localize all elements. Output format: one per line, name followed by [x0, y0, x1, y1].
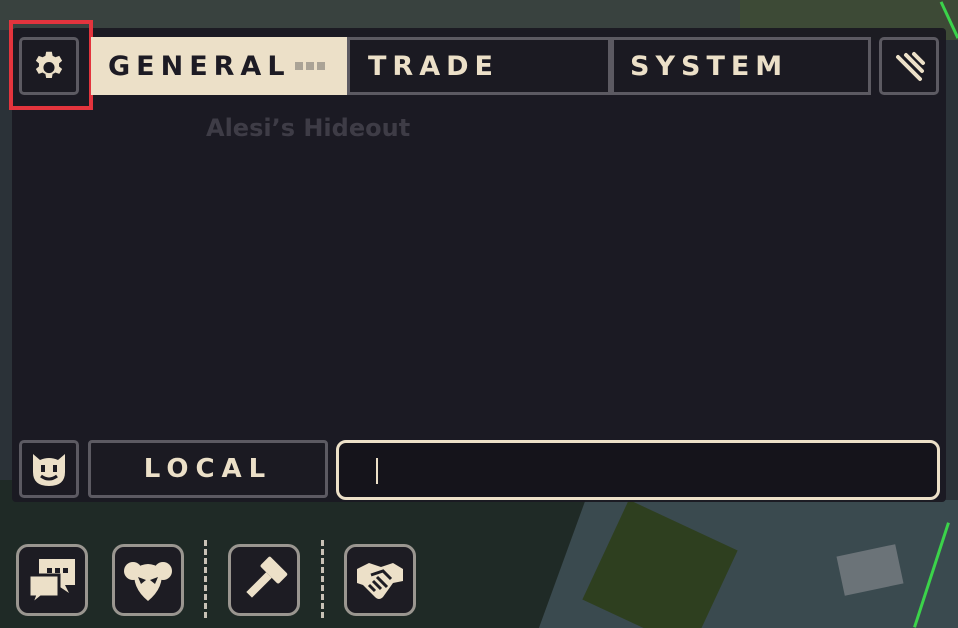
channel-select-button[interactable]: LOCAL	[88, 440, 328, 498]
location-text: Alesi’s Hideout	[206, 114, 411, 142]
toolbar-divider	[321, 540, 324, 618]
trade-button[interactable]	[344, 544, 416, 616]
chat-window	[12, 28, 946, 502]
tab-general-label: GENERAL	[108, 50, 291, 82]
social-button[interactable]	[112, 544, 184, 616]
collapse-icon	[896, 52, 925, 81]
text-cursor	[376, 458, 378, 484]
channel-label: LOCAL	[143, 454, 273, 484]
tab-general[interactable]: GENERAL	[91, 37, 347, 95]
chat-bubbles-icon	[27, 559, 75, 607]
tab-system-label: SYSTEM	[630, 50, 789, 82]
emote-button[interactable]	[19, 440, 79, 498]
handshake-icon	[357, 563, 403, 599]
tab-trade-label: TRADE	[368, 50, 499, 82]
chat-toggle-button[interactable]	[16, 544, 88, 616]
unread-indicator	[295, 62, 325, 70]
hammer-icon	[246, 556, 288, 598]
toolbar-divider	[204, 540, 207, 618]
crafting-button[interactable]	[228, 544, 300, 616]
chat-input[interactable]	[336, 440, 940, 500]
tab-trade[interactable]: TRADE	[347, 37, 611, 95]
tab-system[interactable]: SYSTEM	[611, 37, 871, 95]
collapse-button[interactable]	[879, 37, 939, 95]
selection-highlight	[9, 20, 93, 110]
mask-icon	[124, 562, 172, 601]
smiley-icon	[33, 454, 65, 486]
